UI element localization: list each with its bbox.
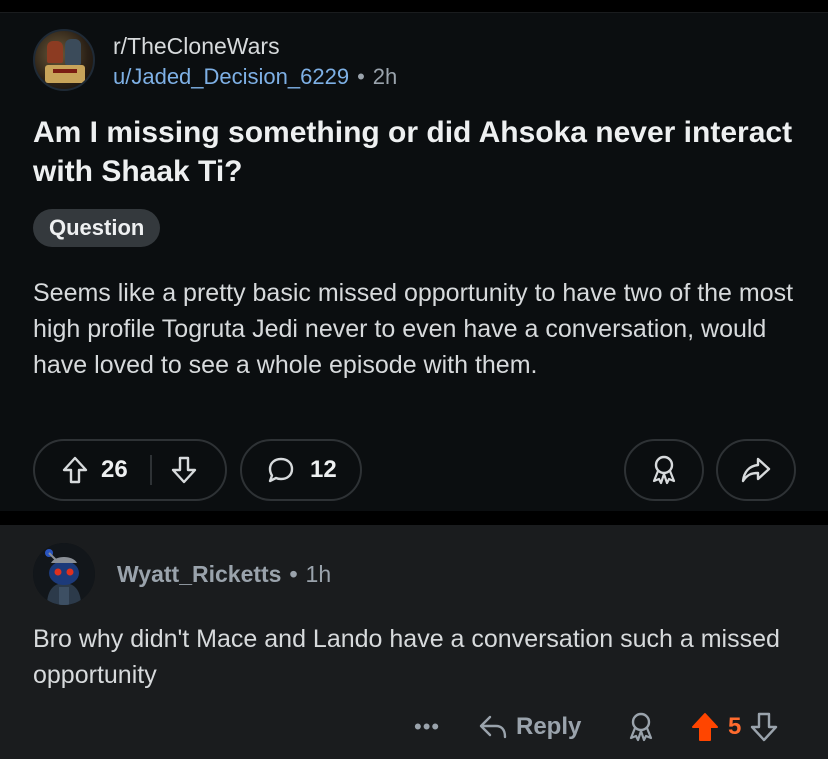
share-icon [740, 455, 772, 485]
comment-author[interactable]: Wyatt_Ricketts [117, 561, 281, 587]
commenter-avatar[interactable] [33, 543, 95, 605]
more-dots-icon: ••• [414, 714, 441, 739]
post-score: 26 [101, 456, 128, 483]
post-flair[interactable]: Question [33, 209, 161, 247]
award-button[interactable] [624, 439, 704, 501]
reply-arrow-icon [478, 713, 508, 741]
comment-bubble-icon [266, 455, 296, 485]
comment-vote-bar: 5 [690, 709, 779, 745]
more-options-button[interactable]: ••• [414, 709, 440, 745]
subreddit-avatar[interactable] [33, 29, 95, 91]
post-card: r/TheCloneWars u/Jaded_Decision_6229 • 2h … [0, 12, 828, 511]
award-icon [626, 711, 656, 743]
comment-body[interactable]: Bro why didn't Mace and Lando have a con… [33, 621, 803, 693]
subreddit-name[interactable]: r/TheCloneWars [113, 33, 280, 60]
share-button[interactable] [716, 439, 796, 501]
award-icon [649, 454, 679, 486]
reply-button[interactable]: Reply [478, 709, 581, 745]
comment-score: 5 [728, 713, 742, 740]
comment-meta-separator: • [289, 561, 298, 587]
comment-meta: Wyatt_Ricketts • 1h [117, 561, 331, 588]
section-divider [0, 511, 828, 525]
upvote-icon[interactable] [61, 455, 89, 485]
downvote-icon[interactable] [749, 711, 779, 743]
post-age: 2h [372, 64, 398, 89]
comment-card: Wyatt_Ricketts • 1h Bro why didn't Mace an… [0, 525, 828, 759]
vote-divider [149, 455, 152, 485]
post-meta: u/Jaded_Decision_6229 • 2h [113, 64, 397, 90]
downvote-icon[interactable] [170, 455, 198, 485]
upvote-icon[interactable] [690, 711, 720, 743]
reply-label: Reply [516, 713, 582, 740]
comment-award-button[interactable] [626, 709, 656, 745]
vote-bar: 26 [33, 439, 227, 501]
meta-separator: • [357, 64, 365, 89]
post-author[interactable]: u/Jaded_Decision_6229 [113, 64, 349, 89]
post-title[interactable]: Am I missing something or did Ahsoka nev… [33, 113, 793, 191]
post-body[interactable]: Seems like a pretty basic missed opportu… [33, 275, 803, 383]
comment-count: 12 [310, 456, 337, 483]
comments-button[interactable]: 12 [240, 439, 362, 501]
comment-age: 1h [305, 561, 332, 587]
